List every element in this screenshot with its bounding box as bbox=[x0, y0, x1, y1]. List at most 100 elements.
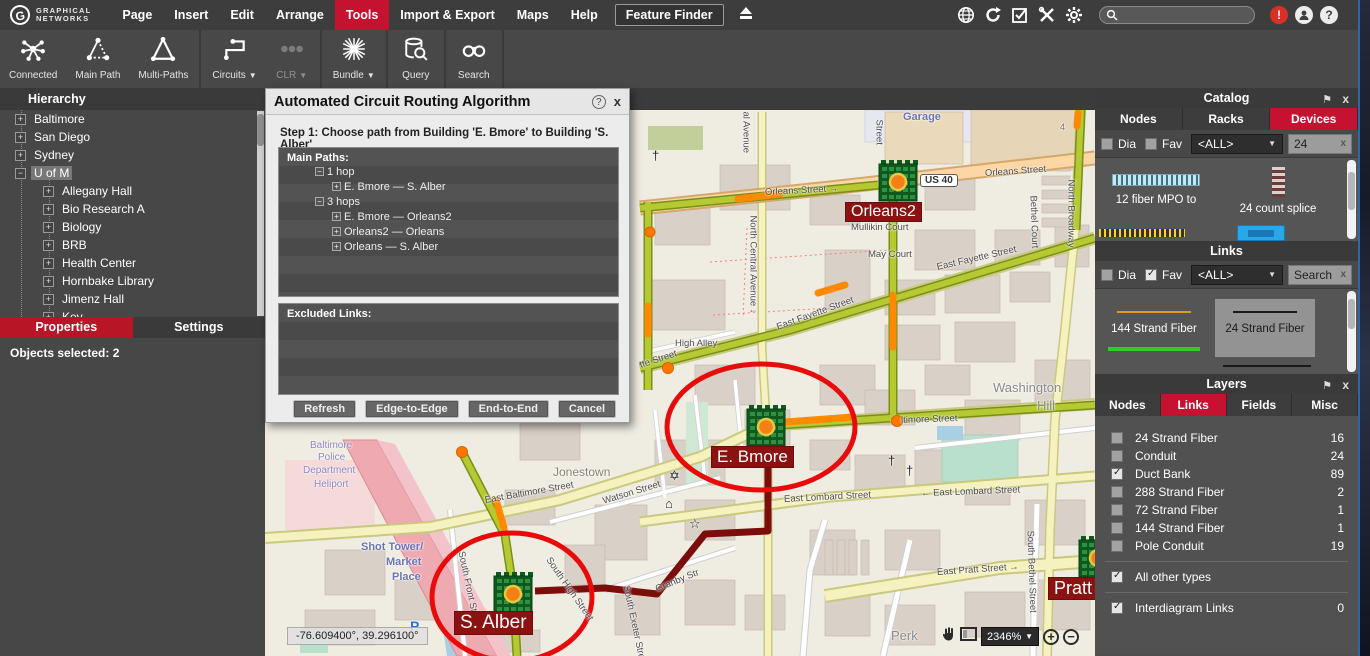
node-label-e-bmore[interactable]: E. Bmore bbox=[711, 446, 794, 468]
menu-item-arrange[interactable]: Arrange bbox=[265, 0, 335, 30]
layers-tab-nodes[interactable]: Nodes bbox=[1095, 394, 1161, 416]
tree-item-u-of-m[interactable]: −U of M bbox=[0, 164, 265, 182]
path-item-e-bmore-s-alber[interactable]: +E. Bmore — S. Alber bbox=[279, 179, 618, 194]
end-to-end-button[interactable]: End-to-End bbox=[468, 400, 549, 418]
dialog-help-icon[interactable]: ? bbox=[592, 95, 606, 109]
catalog-device-item[interactable]: 12 fiber MPO to bbox=[1095, 158, 1217, 206]
tree-item-key[interactable]: +Key bbox=[0, 308, 265, 317]
global-search-input[interactable] bbox=[1099, 6, 1255, 24]
layer-checkbox[interactable] bbox=[1111, 522, 1123, 534]
expander-icon[interactable]: + bbox=[332, 227, 341, 236]
catalog-search-input[interactable]: 24x bbox=[1288, 134, 1352, 154]
path-item-3-hops[interactable]: −3 hops bbox=[279, 194, 618, 209]
close-icon[interactable]: x bbox=[1342, 375, 1349, 395]
layer-checkbox[interactable] bbox=[1111, 571, 1123, 583]
expander-icon[interactable]: + bbox=[43, 294, 54, 305]
layer-checkbox[interactable] bbox=[1111, 450, 1123, 462]
expander-icon[interactable]: − bbox=[15, 168, 26, 179]
hierarchy-scrollbar[interactable] bbox=[257, 111, 264, 316]
zoom-out-button[interactable]: − bbox=[1063, 629, 1079, 645]
refresh-icon[interactable] bbox=[983, 5, 1003, 25]
node-label-s-alber[interactable]: S. Alber bbox=[454, 611, 533, 635]
expander-icon[interactable]: + bbox=[43, 222, 54, 233]
catalog-tab-nodes[interactable]: Nodes bbox=[1095, 108, 1183, 130]
expander-icon[interactable]: + bbox=[332, 182, 341, 191]
tree-item-jimenz-hall[interactable]: +Jimenz Hall bbox=[0, 290, 265, 308]
menu-item-help[interactable]: Help bbox=[560, 0, 609, 30]
path-item-1-hop[interactable]: −1 hop bbox=[279, 164, 618, 179]
fav-checkbox[interactable] bbox=[1145, 138, 1157, 150]
dia-checkbox[interactable] bbox=[1101, 269, 1113, 281]
toolbar-connected-button[interactable]: Connected bbox=[0, 30, 66, 88]
path-item-orleans2-orleans[interactable]: +Orleans2 — Orleans bbox=[279, 224, 618, 239]
clear-icon[interactable]: x bbox=[1340, 269, 1346, 280]
layer-checkbox[interactable] bbox=[1111, 540, 1123, 552]
expander-icon[interactable]: + bbox=[43, 240, 54, 251]
fav-checkbox[interactable] bbox=[1145, 269, 1157, 281]
tree-item-bio-research-a[interactable]: +Bio Research A bbox=[0, 200, 265, 218]
layers-tab-links[interactable]: Links bbox=[1161, 394, 1227, 416]
pin-icon[interactable]: ⚑ bbox=[1322, 376, 1332, 396]
expander-icon[interactable]: + bbox=[15, 132, 26, 143]
node-label-orleans2[interactable]: Orleans2 bbox=[845, 202, 922, 222]
tab-settings[interactable]: Settings bbox=[133, 317, 266, 338]
menu-item-page[interactable]: Page bbox=[111, 0, 163, 30]
catalog-tab-racks[interactable]: Racks bbox=[1183, 108, 1271, 130]
catalog-scrollbar[interactable] bbox=[1347, 160, 1356, 239]
expander-icon[interactable]: − bbox=[315, 167, 324, 176]
expander-icon[interactable]: + bbox=[15, 114, 26, 125]
tools-icon[interactable] bbox=[1037, 5, 1057, 25]
dialog-close-icon[interactable]: x bbox=[614, 94, 621, 109]
links-search-input[interactable]: Searchx bbox=[1288, 265, 1352, 285]
alert-icon[interactable]: ! bbox=[1270, 6, 1288, 24]
expander-icon[interactable]: + bbox=[332, 242, 341, 251]
expander-icon[interactable]: + bbox=[43, 204, 54, 215]
clear-icon[interactable]: x bbox=[1340, 138, 1346, 149]
toolbar-bundle-button[interactable]: Bundle▼ bbox=[324, 30, 384, 88]
zoom-level-dropdown[interactable]: 2346%▼ bbox=[981, 627, 1039, 646]
expander-icon[interactable]: + bbox=[43, 186, 54, 197]
refresh-button[interactable]: Refresh bbox=[293, 400, 356, 418]
yellow-cable-image[interactable] bbox=[1098, 228, 1186, 238]
layer-checkbox[interactable] bbox=[1111, 486, 1123, 498]
checkbox-icon[interactable] bbox=[1010, 5, 1030, 25]
expander-icon[interactable]: + bbox=[43, 258, 54, 269]
toolbar-query-button[interactable]: Query bbox=[390, 30, 442, 88]
menu-item-import-export[interactable]: Import & Export bbox=[389, 0, 505, 30]
filter-dropdown[interactable]: <ALL>▼ bbox=[1191, 134, 1283, 154]
tree-item-sydney[interactable]: +Sydney bbox=[0, 146, 265, 164]
layer-checkbox[interactable] bbox=[1111, 504, 1123, 516]
tree-item-hornbake-library[interactable]: +Hornbake Library bbox=[0, 272, 265, 290]
toolbar-circuits-button[interactable]: Circuits▼ bbox=[203, 30, 265, 88]
link-item-144[interactable]: 144 Strand Fiber bbox=[1095, 289, 1213, 351]
user-icon[interactable] bbox=[1295, 6, 1313, 24]
link-item-24-selected[interactable]: 24 Strand Fiber bbox=[1215, 299, 1315, 357]
pin-icon[interactable]: ⚑ bbox=[1322, 90, 1332, 110]
toolbar-main-path-button[interactable]: Main Path bbox=[66, 30, 129, 88]
close-icon[interactable]: x bbox=[1342, 89, 1349, 109]
node-label-pratt[interactable]: Pratt bbox=[1048, 577, 1095, 600]
layer-checkbox[interactable] bbox=[1111, 432, 1123, 444]
gear-icon[interactable] bbox=[1064, 5, 1084, 25]
expander-icon[interactable]: + bbox=[332, 212, 341, 221]
tab-properties[interactable]: Properties bbox=[0, 317, 133, 338]
tree-item-allegany-hall[interactable]: +Allegany Hall bbox=[0, 182, 265, 200]
path-item-e-bmore-orleans2[interactable]: +E. Bmore — Orleans2 bbox=[279, 209, 618, 224]
expander-icon[interactable]: + bbox=[43, 276, 54, 287]
dia-checkbox[interactable] bbox=[1101, 138, 1113, 150]
menu-item-maps[interactable]: Maps bbox=[506, 0, 560, 30]
links-scrollbar[interactable] bbox=[1347, 291, 1356, 372]
edge-to-edge-button[interactable]: Edge-to-Edge bbox=[365, 400, 459, 418]
blue-connector-image[interactable] bbox=[1237, 225, 1285, 241]
tree-item-health-center[interactable]: +Health Center bbox=[0, 254, 265, 272]
feature-finder-button[interactable]: Feature Finder bbox=[615, 4, 724, 26]
eject-icon[interactable] bbox=[738, 6, 754, 25]
catalog-tab-devices[interactable]: Devices bbox=[1270, 108, 1358, 130]
tree-item-san-diego[interactable]: +San Diego bbox=[0, 128, 265, 146]
layer-checkbox[interactable] bbox=[1111, 602, 1123, 614]
expander-icon[interactable]: + bbox=[15, 150, 26, 161]
catalog-device-item[interactable]: 24 count splice bbox=[1217, 158, 1339, 215]
tree-item-baltimore[interactable]: +Baltimore bbox=[0, 110, 265, 128]
zoom-in-button[interactable]: + bbox=[1043, 629, 1059, 645]
layer-checkbox[interactable] bbox=[1111, 468, 1123, 480]
